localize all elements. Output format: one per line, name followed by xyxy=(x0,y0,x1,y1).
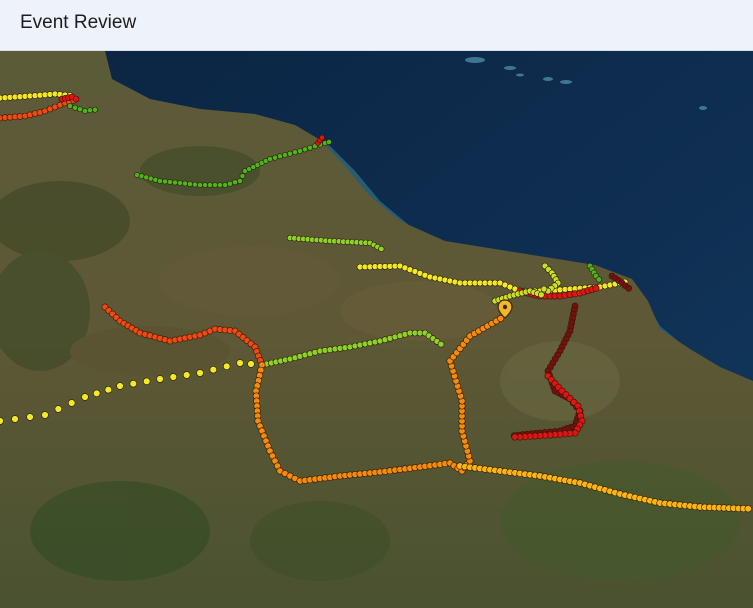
track-point xyxy=(77,106,83,113)
track-point xyxy=(292,149,298,156)
track-point xyxy=(162,178,168,185)
track-point xyxy=(87,107,93,114)
track-point xyxy=(157,178,163,184)
track-point xyxy=(437,340,445,348)
track-point xyxy=(223,362,231,370)
track-point xyxy=(319,134,325,141)
track-point xyxy=(177,180,183,186)
track-point xyxy=(72,95,80,103)
track-point xyxy=(129,380,138,388)
track-point xyxy=(537,291,545,299)
track-point xyxy=(595,276,603,283)
track-point xyxy=(237,178,243,184)
track-point xyxy=(26,413,34,421)
track-point xyxy=(207,182,213,188)
track-point xyxy=(196,369,204,377)
track-point xyxy=(277,153,283,160)
track-point xyxy=(511,433,519,441)
track-point xyxy=(197,182,203,188)
track-point xyxy=(267,156,273,162)
track-point xyxy=(183,371,191,379)
track-point xyxy=(744,505,752,513)
track-point xyxy=(172,179,178,186)
track-point xyxy=(222,182,228,188)
track-point xyxy=(326,139,332,145)
track-point xyxy=(212,182,218,188)
track-point xyxy=(167,179,173,185)
track-point xyxy=(282,152,288,158)
track-point xyxy=(592,284,600,292)
track-point xyxy=(11,415,19,423)
track-point xyxy=(143,377,151,385)
track-point xyxy=(209,366,218,374)
map-view[interactable] xyxy=(0,51,753,608)
track-point xyxy=(239,173,246,179)
track-point xyxy=(104,386,113,394)
track-point xyxy=(192,181,198,188)
track-point xyxy=(72,104,78,111)
track-point xyxy=(272,154,278,161)
track-point xyxy=(116,382,124,390)
track-point xyxy=(217,182,223,188)
track-point xyxy=(67,399,76,407)
track-point xyxy=(302,146,308,153)
page-title: Event Review xyxy=(20,12,137,33)
track-point xyxy=(187,181,193,187)
track-point xyxy=(378,245,385,253)
track-point xyxy=(182,180,188,187)
track-point xyxy=(156,375,164,383)
track-point xyxy=(81,393,89,401)
track-point xyxy=(169,373,178,381)
track-point xyxy=(227,180,233,187)
track-point xyxy=(67,103,73,109)
track-point xyxy=(232,179,238,186)
track-point xyxy=(540,285,548,293)
track-point xyxy=(202,182,208,188)
track-point xyxy=(625,285,633,292)
track-point xyxy=(307,144,313,151)
app-header: Event Review xyxy=(0,0,753,51)
track-point xyxy=(92,106,98,113)
track-point xyxy=(92,389,101,397)
track-point xyxy=(297,148,303,154)
track-point xyxy=(236,359,244,367)
map-canvas[interactable] xyxy=(0,51,753,608)
track-point xyxy=(82,108,88,114)
track-point xyxy=(54,405,62,413)
track-point xyxy=(247,360,255,368)
track-point xyxy=(287,150,293,157)
track-point xyxy=(41,411,49,419)
